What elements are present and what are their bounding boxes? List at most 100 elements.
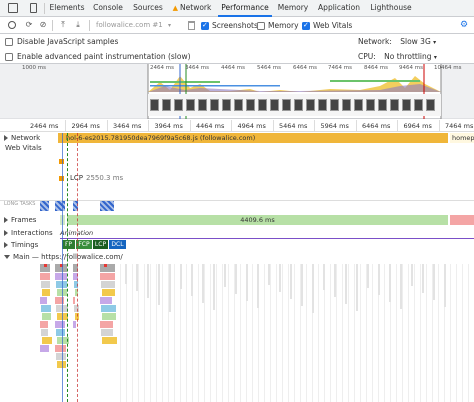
screenshots-checkbox[interactable]: Screenshots: [201, 21, 258, 30]
flame-block[interactable]: [444, 264, 446, 307]
frames-track-header[interactable]: Frames: [4, 216, 36, 224]
screenshot-thumbnail[interactable]: [234, 99, 243, 111]
flame-block[interactable]: [384, 264, 385, 402]
flame-block[interactable]: [288, 264, 289, 402]
flame-block[interactable]: [438, 264, 439, 402]
screenshot-thumbnail[interactable]: [210, 99, 219, 111]
flame-block[interactable]: [73, 297, 75, 304]
webvitals-checkbox[interactable]: Web Vitals: [302, 21, 352, 30]
enable-paint-checkbox[interactable]: Enable advanced paint instrumentation (s…: [5, 52, 191, 61]
flame-block[interactable]: [252, 264, 253, 402]
network-track-header[interactable]: Network: [4, 134, 40, 142]
flame-block[interactable]: [268, 264, 270, 285]
frame-dropped[interactable]: [450, 215, 474, 225]
flame-block[interactable]: [270, 264, 271, 402]
main-thread-track[interactable]: Main — https://followalice.com/: [0, 252, 474, 262]
flame-block[interactable]: [186, 264, 187, 402]
flame-block[interactable]: [354, 264, 355, 402]
screenshot-thumbnail[interactable]: [426, 99, 435, 111]
flame-block[interactable]: [147, 264, 149, 298]
settings-gear-icon[interactable]: ⚙: [460, 20, 468, 30]
flame-block[interactable]: [396, 264, 397, 402]
flame-block[interactable]: [210, 264, 211, 402]
flame-block[interactable]: [40, 273, 50, 280]
flame-block[interactable]: [136, 264, 138, 291]
flame-block[interactable]: [100, 321, 113, 328]
inspect-element-icon[interactable]: [8, 3, 18, 13]
screenshot-thumbnail[interactable]: [306, 99, 315, 111]
flame-block[interactable]: [41, 305, 51, 312]
flame-block[interactable]: [102, 289, 115, 296]
flame-block[interactable]: [55, 321, 65, 328]
network-track[interactable]: Network hol-6-es2015.781950dea7969f9a5c6…: [0, 133, 474, 143]
tab-lighthouse[interactable]: Lighthouse: [368, 0, 414, 17]
main-flame-chart[interactable]: [0, 262, 474, 402]
flame-block[interactable]: [318, 264, 319, 402]
screenshot-thumbnail[interactable]: [402, 99, 411, 111]
flame-block[interactable]: [294, 264, 295, 402]
clear-icon[interactable]: ⊘: [38, 20, 48, 30]
flame-block[interactable]: [224, 264, 226, 287]
timing-lcp[interactable]: LCP: [93, 240, 108, 249]
screenshot-thumbnail[interactable]: [414, 99, 423, 111]
flame-block[interactable]: [138, 264, 139, 402]
flame-block[interactable]: [56, 329, 65, 336]
flame-block[interactable]: [323, 264, 325, 290]
flame-block[interactable]: [162, 264, 163, 402]
network-throttle-select[interactable]: Slow 3G ▾: [400, 37, 436, 46]
flame-block[interactable]: [101, 281, 115, 288]
tab-network[interactable]: ▲ Network: [170, 0, 214, 17]
flame-block[interactable]: [102, 313, 116, 320]
screenshot-thumbnail[interactable]: [150, 99, 159, 111]
flame-block[interactable]: [456, 264, 457, 402]
flame-block[interactable]: [42, 289, 50, 296]
flame-block[interactable]: [40, 345, 49, 352]
flame-block[interactable]: [301, 264, 303, 306]
screenshot-thumbnail[interactable]: [174, 99, 183, 111]
flame-block[interactable]: [44, 264, 47, 267]
flame-block[interactable]: [462, 264, 463, 402]
flame-block[interactable]: [420, 264, 421, 402]
tab-sources[interactable]: Sources: [130, 0, 166, 17]
timing-fcp[interactable]: FCP: [76, 240, 92, 249]
flame-block[interactable]: [372, 264, 373, 402]
tab-console[interactable]: Console: [90, 0, 126, 17]
flame-block[interactable]: [426, 264, 427, 402]
screenshots-checkbox-box[interactable]: [201, 21, 209, 30]
screenshot-thumbnail[interactable]: [330, 99, 339, 111]
flame-block[interactable]: [202, 264, 204, 303]
interactions-track[interactable]: Interactions Animation: [0, 227, 474, 239]
flame-block[interactable]: [169, 264, 171, 312]
flame-block[interactable]: [414, 264, 415, 402]
flame-block[interactable]: [411, 264, 413, 286]
long-task[interactable]: [40, 201, 49, 211]
screenshot-thumbnail[interactable]: [390, 99, 399, 111]
flame-block[interactable]: [222, 264, 223, 402]
frame-long[interactable]: 4409.6 ms: [67, 215, 448, 225]
flame-block[interactable]: [56, 353, 66, 360]
tab-elements[interactable]: Elements: [48, 0, 86, 17]
flame-block[interactable]: [204, 264, 205, 402]
flame-block[interactable]: [120, 264, 121, 402]
flame-block[interactable]: [102, 337, 117, 344]
flame-block[interactable]: [468, 264, 469, 402]
interactions-track-header[interactable]: Interactions: [4, 229, 53, 237]
flame-block[interactable]: [348, 264, 349, 402]
flame-block[interactable]: [240, 264, 241, 402]
flame-block[interactable]: [360, 264, 361, 402]
flame-block[interactable]: [400, 264, 402, 309]
flame-block[interactable]: [41, 329, 48, 336]
screenshot-thumbnail[interactable]: [342, 99, 351, 111]
screenshot-thumbnail[interactable]: [258, 99, 267, 111]
flame-block[interactable]: [235, 264, 237, 294]
flame-block[interactable]: [257, 264, 259, 308]
timings-track-header[interactable]: Timings: [4, 241, 38, 249]
flame-block[interactable]: [168, 264, 169, 402]
enable-paint-box[interactable]: [5, 52, 13, 61]
flame-block[interactable]: [264, 264, 265, 402]
flame-block[interactable]: [408, 264, 409, 402]
flame-block[interactable]: [330, 264, 331, 402]
long-task[interactable]: [55, 201, 65, 211]
flame-block[interactable]: [174, 264, 175, 402]
flame-block[interactable]: [432, 264, 433, 402]
